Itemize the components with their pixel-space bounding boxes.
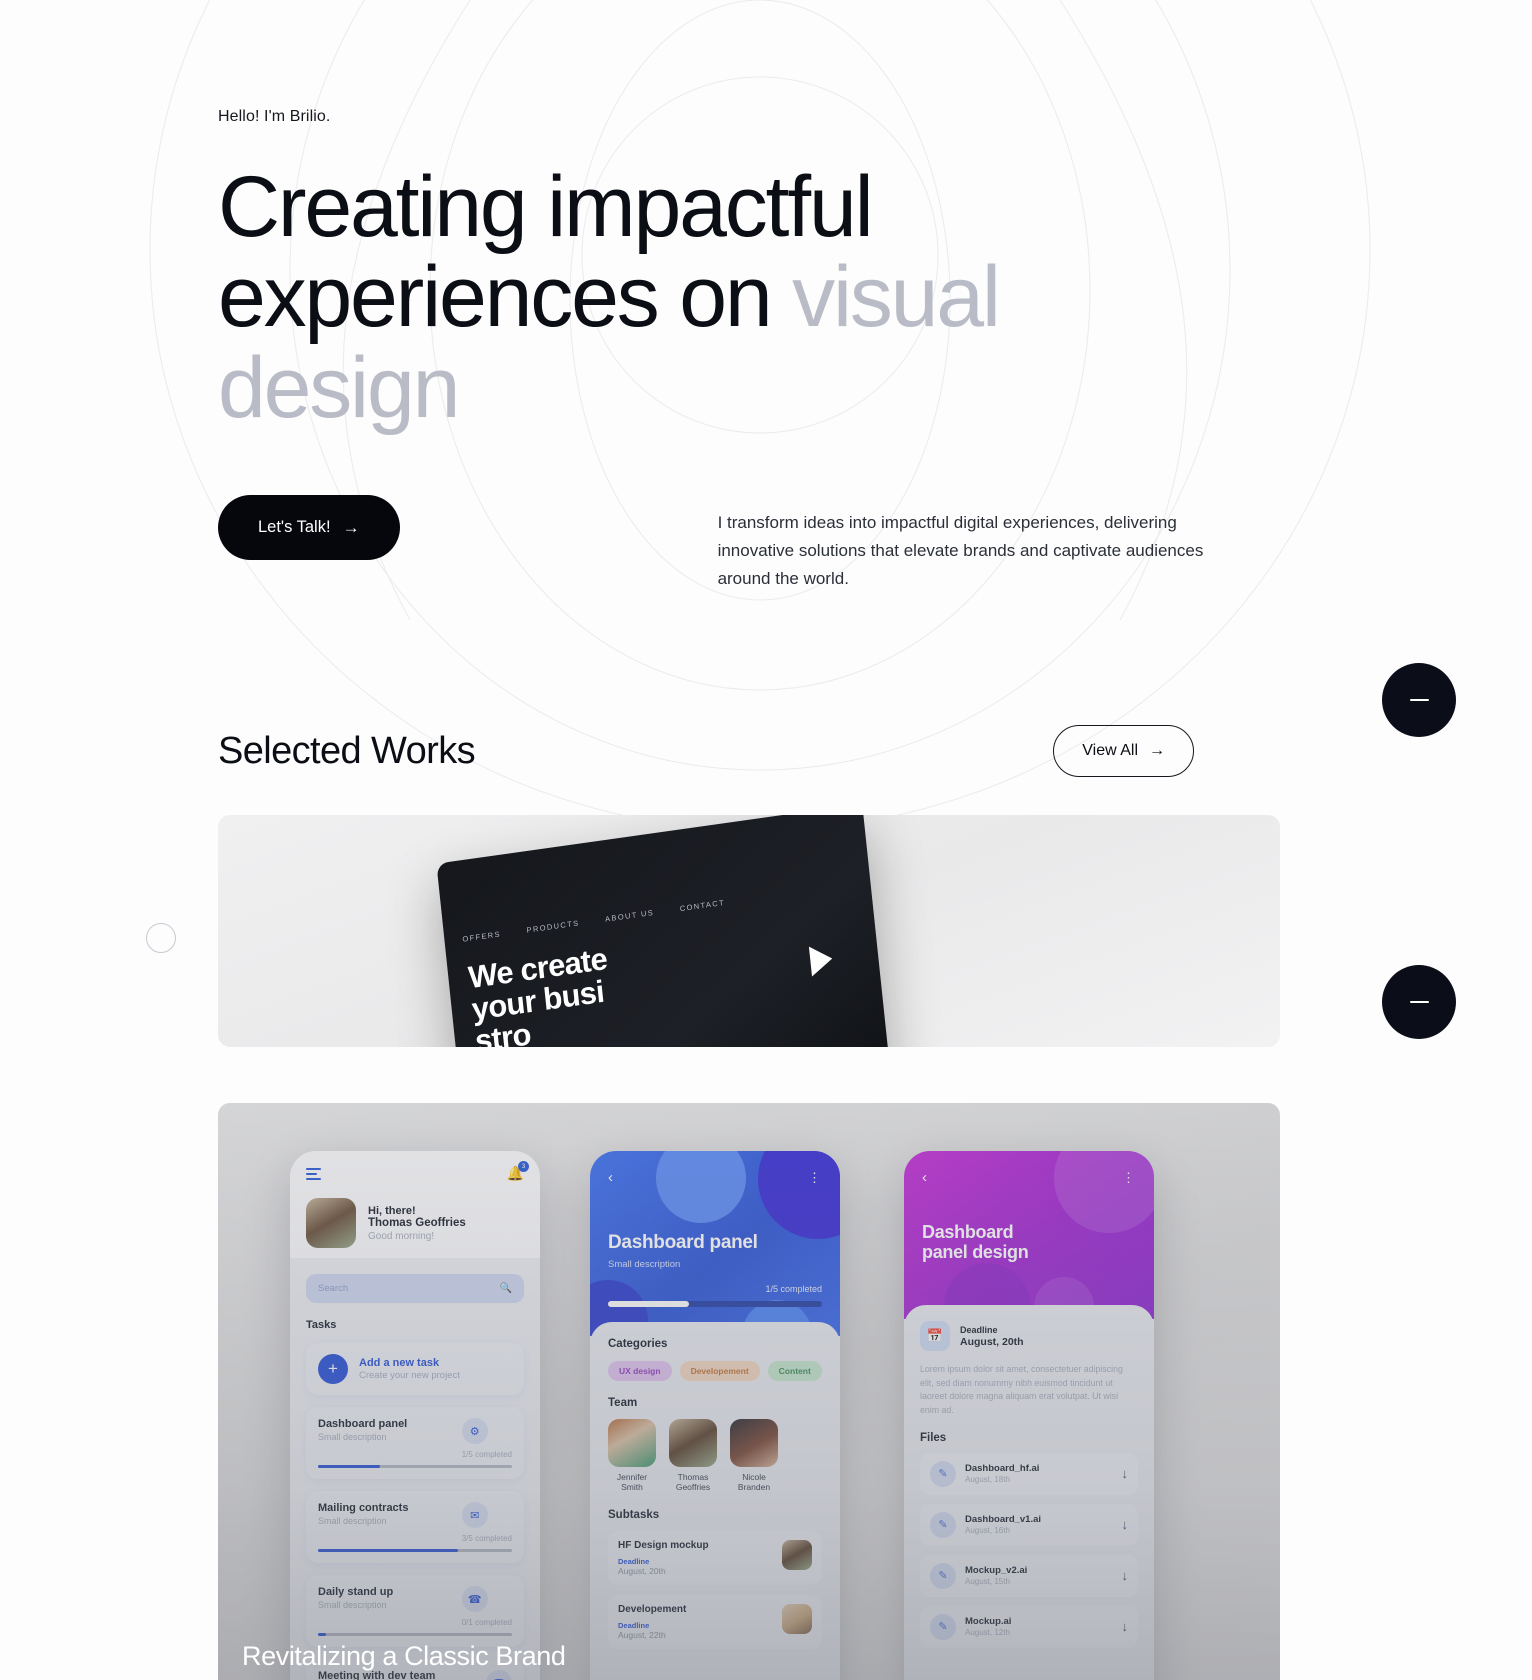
lets-talk-label: Let's Talk! (258, 517, 331, 536)
card-overlay (218, 1103, 1280, 1680)
floating-menu-button-bottom[interactable] (1382, 965, 1456, 1039)
laptop-nav-item: CONTACT (679, 897, 726, 914)
works-list: OFFERS PRODUCTS ABOUT US CONTACT We crea… (0, 815, 1532, 1680)
play-icon (808, 943, 834, 977)
work-card-info: Revitalizing a Classic Brand Branding We… (242, 1641, 566, 1680)
circle-outline-icon[interactable] (146, 923, 176, 953)
minus-icon (1409, 699, 1429, 701)
laptop-nav-item: ABOUT US (604, 907, 655, 924)
lets-talk-button[interactable]: Let's Talk! → (218, 494, 400, 560)
minus-icon (1409, 1001, 1429, 1003)
laptop-nav: OFFERS PRODUCTS ABOUT US CONTACT (462, 880, 853, 944)
selected-works-header: Selected Works View All → (0, 725, 1532, 778)
portfolio-page: Hello! I'm Brilio. Creating impactful ex… (0, 0, 1532, 1680)
hero-actions-row: Let's Talk! → I transform ideas into imp… (218, 494, 1532, 593)
work-card-title: Revitalizing a Classic Brand (242, 1641, 566, 1672)
headline-line-1: Creating impactful (218, 159, 874, 255)
laptop-headline: We create your busi stro (467, 941, 615, 1047)
view-all-label: View All (1082, 742, 1138, 760)
floating-menu-button-top[interactable] (1382, 663, 1456, 737)
hero-greeting: Hello! I'm Brilio. (218, 108, 331, 125)
page-content: Hello! I'm Brilio. Creating impactful ex… (0, 0, 1532, 1680)
work-card-laptop[interactable]: OFFERS PRODUCTS ABOUT US CONTACT We crea… (218, 815, 1280, 1048)
section-title: Selected Works (218, 729, 476, 772)
laptop-nav-item: OFFERS (461, 929, 502, 944)
hero-description: I transform ideas into impactful digital… (717, 512, 1204, 588)
work-card-mobile-app[interactable]: 🔔 3 Hi, there! Thomas Geoffries Good mor… (218, 1103, 1280, 1680)
page-title: Creating impactful experiences on visual… (218, 162, 1228, 433)
laptop-mockup: OFFERS PRODUCTS ABOUT US CONTACT We crea… (436, 815, 894, 1048)
view-all-button[interactable]: View All → (1053, 725, 1194, 778)
arrow-right-icon: → (1149, 742, 1165, 760)
arrow-right-icon: → (342, 517, 360, 537)
hero-section: Hello! I'm Brilio. Creating impactful ex… (0, 0, 1532, 593)
laptop-nav-item: PRODUCTS (526, 918, 580, 935)
headline-line-2: experiences on (218, 249, 793, 346)
